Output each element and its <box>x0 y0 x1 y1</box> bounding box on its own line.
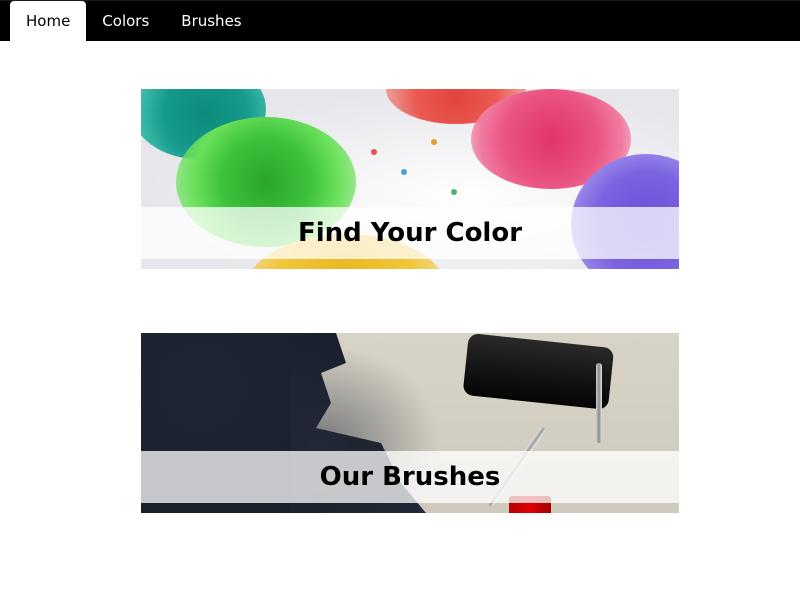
paint-speck <box>431 139 437 145</box>
nav-item-brushes[interactable]: Brushes <box>165 1 257 41</box>
paint-speck <box>401 169 407 175</box>
roller-cover <box>462 333 615 410</box>
paint-speck <box>451 189 457 195</box>
top-navbar: Home Colors Brushes <box>0 0 800 41</box>
nav-item-colors[interactable]: Colors <box>86 1 165 41</box>
roller-frame <box>596 363 602 443</box>
card-title: Find Your Color <box>297 218 523 248</box>
paint-speck <box>371 149 377 155</box>
nav-item-home[interactable]: Home <box>10 1 87 41</box>
find-your-color-card[interactable]: Find Your Color <box>141 89 679 269</box>
nav-list: Home Colors Brushes <box>0 1 800 41</box>
our-brushes-card[interactable]: Our Brushes <box>141 333 679 513</box>
card-title: Our Brushes <box>319 462 501 492</box>
caption-band: Our Brushes <box>141 451 679 503</box>
caption-band: Find Your Color <box>141 207 679 259</box>
